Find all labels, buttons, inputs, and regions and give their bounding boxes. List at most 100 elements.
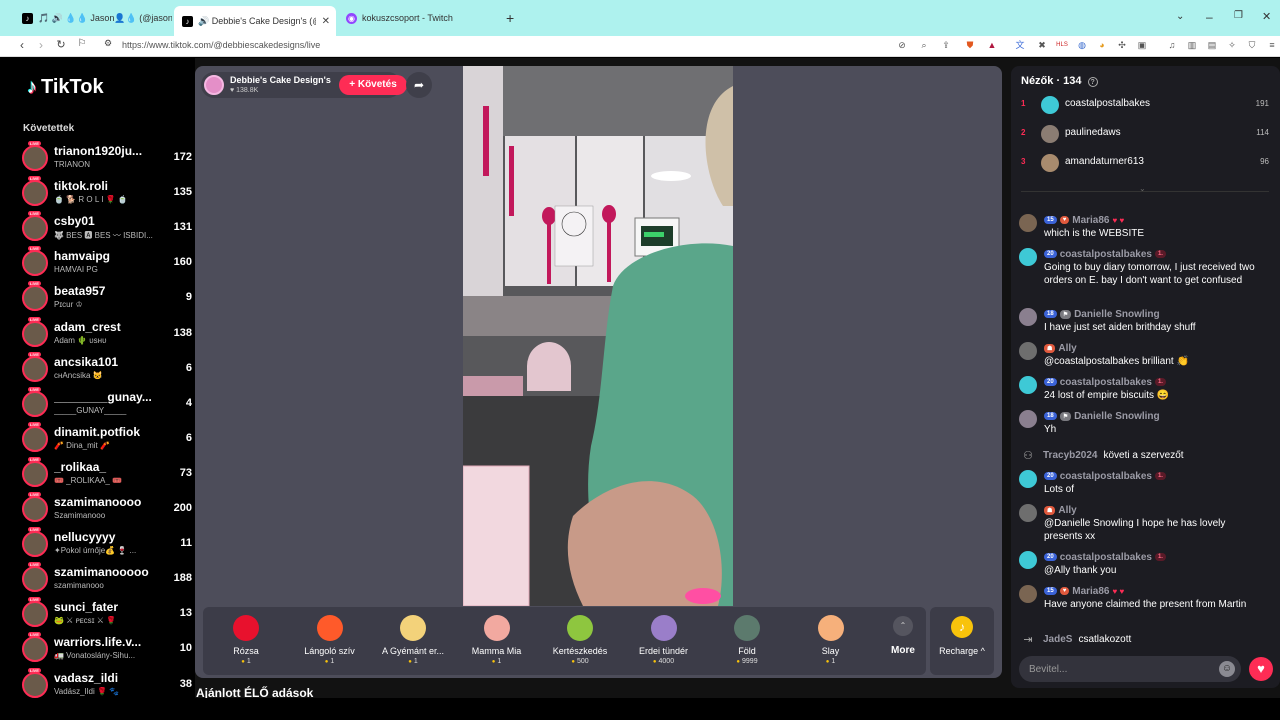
top-viewer-row[interactable]: 1 coastalpostalbakes 191 <box>1021 94 1269 116</box>
avatar[interactable] <box>22 215 48 242</box>
viewer-name[interactable]: amandaturner613 <box>1065 156 1144 167</box>
extension-box-icon[interactable]: ▣ <box>1136 39 1148 51</box>
following-item[interactable]: LIVE ________gunay... _____GUNAY_____ 4 <box>22 386 192 421</box>
following-name[interactable]: sunci_fater <box>54 600 154 614</box>
following-item[interactable]: LIVE szamimanooooo szamimanooo 188 <box>22 562 192 596</box>
avatar[interactable] <box>22 601 48 628</box>
extensions-puzzle-icon[interactable]: ✣ <box>1116 39 1128 51</box>
back-icon[interactable]: ‹ <box>14 38 30 52</box>
avatar[interactable] <box>22 145 48 171</box>
media-control-icon[interactable]: ♫ <box>1166 39 1178 51</box>
chat-username[interactable]: coastalpostalbakes <box>1060 471 1152 482</box>
share-page-icon[interactable]: ⇪ <box>940 39 952 51</box>
extension-x-icon[interactable]: ✖ <box>1036 39 1048 51</box>
following-name[interactable]: trianon1920ju... <box>54 144 154 158</box>
bookmark-icon[interactable]: ⚐ <box>74 38 90 49</box>
avatar[interactable] <box>1041 154 1059 172</box>
following-item[interactable]: LIVE vadasz_ildi Vadász_Ildi 🌹 🐾 38 <box>22 667 192 699</box>
top-viewer-row[interactable]: 3 amandaturner613 96 <box>1021 152 1269 174</box>
following-item[interactable]: LIVE trianon1920ju... TRIANON 172 <box>22 141 192 175</box>
following-name[interactable]: adam_crest <box>54 320 154 334</box>
expand-chevron-icon[interactable]: ⌄ <box>1139 184 1146 193</box>
more-gifts-button[interactable]: ⌃ More <box>883 611 923 671</box>
following-name[interactable]: beata957 <box>54 284 154 298</box>
top-viewer-row[interactable]: 2 paulinedaws 114 <box>1021 123 1269 145</box>
following-item[interactable]: LIVE csby01 🐺 BES 🅰 BES 〰 ISBIDI... 131 <box>22 211 192 245</box>
chat-username[interactable]: coastalpostalbakes <box>1060 377 1152 388</box>
vpn-shield-icon[interactable]: ⛉ <box>1246 39 1258 51</box>
share-icon[interactable]: ➦ <box>406 72 432 98</box>
avatar[interactable] <box>1019 214 1037 232</box>
browser-tab-tiktok-debbie[interactable]: ♪ 🔊 Debbie's Cake Design's (@de ✕ <box>174 6 336 36</box>
following-name[interactable]: csby01 <box>54 214 154 228</box>
viewer-name[interactable]: paulinedaws <box>1065 127 1121 138</box>
following-name[interactable]: dinamit.potfiok <box>54 425 154 439</box>
following-item[interactable]: LIVE ancsika101 ᴄʜAncsika 😺 6 <box>22 351 192 386</box>
avatar[interactable] <box>22 320 48 347</box>
following-name[interactable]: vadasz_ildi <box>54 671 154 685</box>
avatar[interactable] <box>22 180 48 207</box>
following-name[interactable]: tiktok.roli <box>54 179 154 193</box>
chat-username[interactable]: Maria86 <box>1072 586 1109 597</box>
system-username[interactable]: JadeS <box>1043 634 1072 645</box>
info-icon[interactable]: ? <box>1087 77 1098 87</box>
hls-extension-icon[interactable]: HLS <box>1056 39 1068 51</box>
chat-username[interactable]: Danielle Snowling <box>1074 309 1160 320</box>
following-item[interactable]: LIVE _rolikaa_ 🎟️ _ROLIKAA_ 🎟️ 73 <box>22 456 192 491</box>
avatar[interactable] <box>1019 342 1037 360</box>
following-name[interactable]: szamimanooooo <box>54 565 154 579</box>
following-item[interactable]: LIVE szamimanoooo Szamimanooo 200 <box>22 492 192 526</box>
avatar[interactable] <box>22 671 48 698</box>
avatar[interactable] <box>1041 96 1059 114</box>
extension-globe-icon[interactable]: ◍ <box>1076 39 1088 51</box>
following-item[interactable]: LIVE hamvaipg HAMVAI PG 160 <box>22 246 192 280</box>
gift-item[interactable]: Föld 9999 <box>707 611 787 671</box>
chat-username[interactable]: coastalpostalbakes <box>1060 552 1152 563</box>
minimize-icon[interactable]: – <box>1206 10 1213 24</box>
menu-icon[interactable]: ≡ <box>1266 39 1278 51</box>
sidebar-toggle-icon[interactable]: ▥ <box>1186 39 1198 51</box>
following-item[interactable]: LIVE tiktok.roli 🍵 🐕 R O L I 🌹 🍵 135 <box>22 176 192 210</box>
following-name[interactable]: nellucyyyy <box>54 530 154 544</box>
browser-tab-twitch[interactable]: ◉ kokuszcsoport - Twitch <box>338 7 498 29</box>
following-name[interactable]: _rolikaa_ <box>54 460 154 474</box>
following-item[interactable]: LIVE sunci_fater 🐸 ⚔ ᴘᴇᴄsɪ ⚔ 🌹 13 <box>22 597 192 631</box>
heart-icon[interactable]: ♥ <box>1249 657 1273 681</box>
avatar[interactable] <box>22 531 48 558</box>
avatar[interactable] <box>1019 376 1037 394</box>
host-avatar[interactable] <box>204 75 224 95</box>
avatar[interactable] <box>22 425 48 452</box>
following-name[interactable]: hamvaipg <box>54 249 154 263</box>
gift-item[interactable]: Rózsa 1 <box>206 611 286 671</box>
tiktok-logo[interactable]: ♪ TikTok <box>27 76 104 99</box>
emoji-icon[interactable]: ☺ <box>1219 661 1235 677</box>
avatar[interactable] <box>22 250 48 277</box>
avatar[interactable] <box>22 285 48 312</box>
zoom-icon[interactable]: ⌕ <box>918 39 930 51</box>
avatar[interactable] <box>1019 551 1037 569</box>
chat-username[interactable]: coastalpostalbakes <box>1060 249 1152 260</box>
extension-color-icon[interactable]: ◕ <box>1096 39 1108 51</box>
avatar[interactable] <box>22 390 48 417</box>
following-item[interactable]: LIVE beata957 Pɪcur ♔ 9 <box>22 281 192 315</box>
chat-username[interactable]: Danielle Snowling <box>1074 411 1160 422</box>
url-field[interactable]: https://www.tiktok.com/@debbiescakedesig… <box>122 40 320 50</box>
host-info[interactable]: Debbie's Cake Design's ♥ 138.8K + Követé… <box>201 72 407 98</box>
translate-icon[interactable]: 文 <box>1014 39 1026 51</box>
avatar[interactable] <box>22 355 48 382</box>
avatar[interactable] <box>22 460 48 487</box>
gift-item[interactable]: Slay 1 <box>791 611 871 671</box>
tab-search-icon[interactable]: ⌄ <box>1176 11 1184 22</box>
leo-ai-icon[interactable]: ✧ <box>1226 39 1238 51</box>
reload-icon[interactable]: ↻ <box>53 38 69 51</box>
following-item[interactable]: LIVE warriors.life.v... 🚛 Vonatoslány-Sihu… <box>22 632 192 666</box>
chat-input[interactable] <box>1029 661 1199 677</box>
avatar[interactable] <box>22 566 48 593</box>
avatar[interactable] <box>1019 504 1037 522</box>
host-name[interactable]: Debbie's Cake Design's <box>230 75 331 85</box>
new-tab-button[interactable]: + <box>506 10 514 26</box>
following-name[interactable]: ________gunay... <box>54 390 154 404</box>
browser-tab-tiktok-jason[interactable]: ♪ 🎵 🔊 💧💧 Jason👤💧 (@jason_san <box>14 7 172 29</box>
live-video[interactable] <box>463 66 733 606</box>
avatar[interactable] <box>22 636 48 663</box>
